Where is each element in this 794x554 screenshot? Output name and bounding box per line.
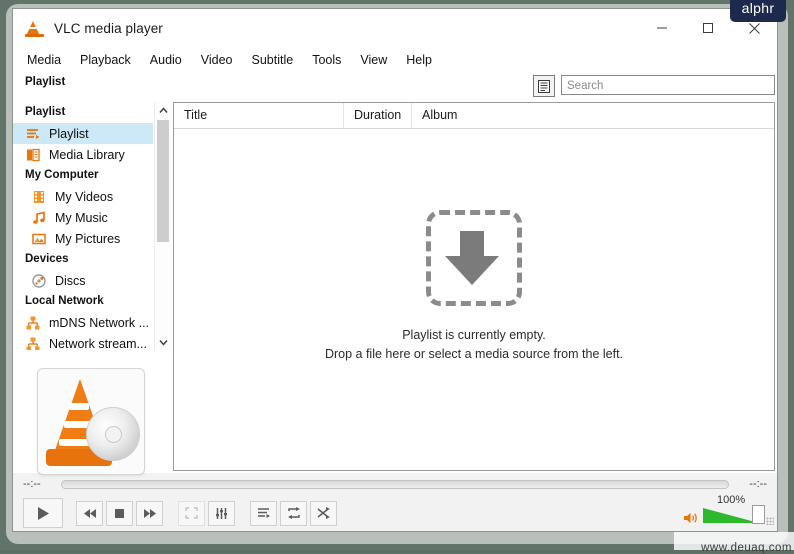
sidebar-item-label: Network stream... — [49, 337, 147, 351]
sidebar-item-media-library[interactable]: Media Library — [13, 144, 153, 165]
column-header-title[interactable]: Title — [174, 103, 344, 128]
search-input[interactable] — [562, 77, 774, 95]
speaker-icon[interactable] — [683, 511, 699, 525]
menu-item-playback[interactable]: Playback — [80, 51, 141, 69]
chevron-up-icon[interactable] — [155, 102, 171, 118]
sidebar-item-network-stream[interactable]: Network stream... — [13, 333, 153, 350]
play-icon[interactable] — [23, 498, 63, 528]
picture-icon — [31, 231, 47, 247]
menu-item-video[interactable]: Video — [201, 51, 243, 69]
menu-item-media[interactable]: Media — [27, 51, 71, 69]
sidebar-group-playlist: Playlist — [13, 102, 153, 123]
title-bar: VLC media player — [13, 9, 777, 47]
menu-item-audio[interactable]: Audio — [150, 51, 192, 69]
time-elapsed: --:-- — [23, 478, 53, 490]
scrollbar-thumb[interactable] — [157, 120, 169, 242]
window-body: Playlist Playlist — [13, 102, 777, 473]
panel-title: Playlist — [25, 76, 65, 88]
network-icon — [25, 315, 41, 331]
menu-bar: Media Playback Audio Video Subtitle Tool… — [13, 47, 777, 72]
playlist-toggle-icon[interactable] — [250, 501, 277, 526]
disc-icon — [31, 273, 47, 289]
sidebar-item-label: Playlist — [49, 127, 89, 141]
menu-item-view[interactable]: View — [360, 51, 397, 69]
vlc-main-window: VLC media player Media Playback Audio Vi… — [12, 8, 778, 532]
fullscreen-icon[interactable] — [178, 501, 205, 526]
column-header-duration[interactable]: Duration — [344, 103, 412, 128]
sidebar-item-discs[interactable]: Discs — [13, 270, 153, 291]
playlist-column-headers: Title Duration Album — [174, 103, 774, 129]
sidebar-item-my-videos[interactable]: My Videos — [13, 186, 153, 207]
window-title: VLC media player — [54, 21, 163, 36]
playlist-icon — [25, 126, 41, 142]
playlist-pane: Title Duration Album Playlist is current… — [173, 102, 775, 471]
shuffle-icon[interactable] — [310, 501, 337, 526]
sidebar-item-my-music[interactable]: My Music — [13, 207, 153, 228]
minimize-icon[interactable] — [639, 9, 685, 47]
loop-icon[interactable] — [280, 501, 307, 526]
sidebar-item-label: My Pictures — [55, 232, 120, 246]
search-box[interactable] — [561, 75, 775, 95]
empty-title: Playlist is currently empty. — [402, 326, 546, 345]
seek-slider[interactable] — [61, 480, 729, 489]
stop-icon[interactable] — [106, 501, 133, 526]
menu-item-tools[interactable]: Tools — [312, 51, 351, 69]
sidebar-nav: Playlist Playlist — [13, 102, 171, 350]
sidebar-item-label: Media Library — [49, 148, 125, 162]
desktop-background: VLC media player Media Playback Audio Vi… — [0, 0, 794, 550]
footer-watermark: www.deuaq.com — [701, 542, 792, 554]
sidebar-item-my-pictures[interactable]: My Pictures — [13, 228, 153, 249]
menu-item-help[interactable]: Help — [406, 51, 442, 69]
player-controls: --:-- --:-- — [13, 473, 777, 531]
sidebar-group-my-computer: My Computer — [13, 165, 153, 186]
sidebar-item-label: mDNS Network ... — [49, 316, 149, 330]
volume-slider[interactable]: 100% — [703, 505, 765, 525]
sidebar-item-label: My Videos — [55, 190, 113, 204]
empty-hint: Drop a file here or select a media sourc… — [325, 345, 623, 364]
resize-grip[interactable] — [766, 517, 774, 525]
previous-icon[interactable] — [76, 501, 103, 526]
sidebar-group-devices: Devices — [13, 249, 153, 270]
sidebar-logo-area — [13, 350, 171, 473]
network-icon — [25, 336, 41, 351]
volume-label: 100% — [717, 494, 745, 506]
media-library-icon — [25, 147, 41, 163]
sidebar-item-label: My Music — [55, 211, 108, 225]
download-arrow-icon — [426, 210, 522, 306]
toolbar: Playlist — [13, 72, 777, 102]
chevron-down-icon[interactable] — [155, 334, 171, 350]
vlc-cone-icon — [26, 20, 43, 37]
equalizer-icon[interactable] — [208, 501, 235, 526]
vlc-cone-logo — [37, 368, 145, 475]
sidebar-scrollbar[interactable] — [154, 102, 171, 350]
volume-knob[interactable] — [752, 505, 765, 524]
music-note-icon — [31, 210, 47, 226]
sidebar: Playlist Playlist — [13, 102, 171, 473]
transport-row: 100% — [13, 495, 777, 531]
maximize-icon[interactable] — [685, 9, 731, 47]
brand-badge: alphr — [730, 0, 786, 22]
volume-control[interactable]: 100% — [683, 505, 765, 525]
sidebar-item-label: Discs — [55, 274, 86, 288]
list-view-icon[interactable] — [533, 75, 555, 97]
film-icon — [31, 189, 47, 205]
next-icon[interactable] — [136, 501, 163, 526]
time-total: --:-- — [737, 478, 767, 490]
menu-item-subtitle[interactable]: Subtitle — [252, 51, 304, 69]
playlist-empty-state: Playlist is currently empty. Drop a file… — [174, 129, 774, 470]
column-header-album[interactable]: Album — [412, 103, 774, 128]
sidebar-item-playlist[interactable]: Playlist — [13, 123, 153, 144]
sidebar-group-local-network: Local Network — [13, 291, 153, 312]
sidebar-item-mdns-network[interactable]: mDNS Network ... — [13, 312, 153, 333]
seek-row: --:-- --:-- — [13, 473, 777, 495]
